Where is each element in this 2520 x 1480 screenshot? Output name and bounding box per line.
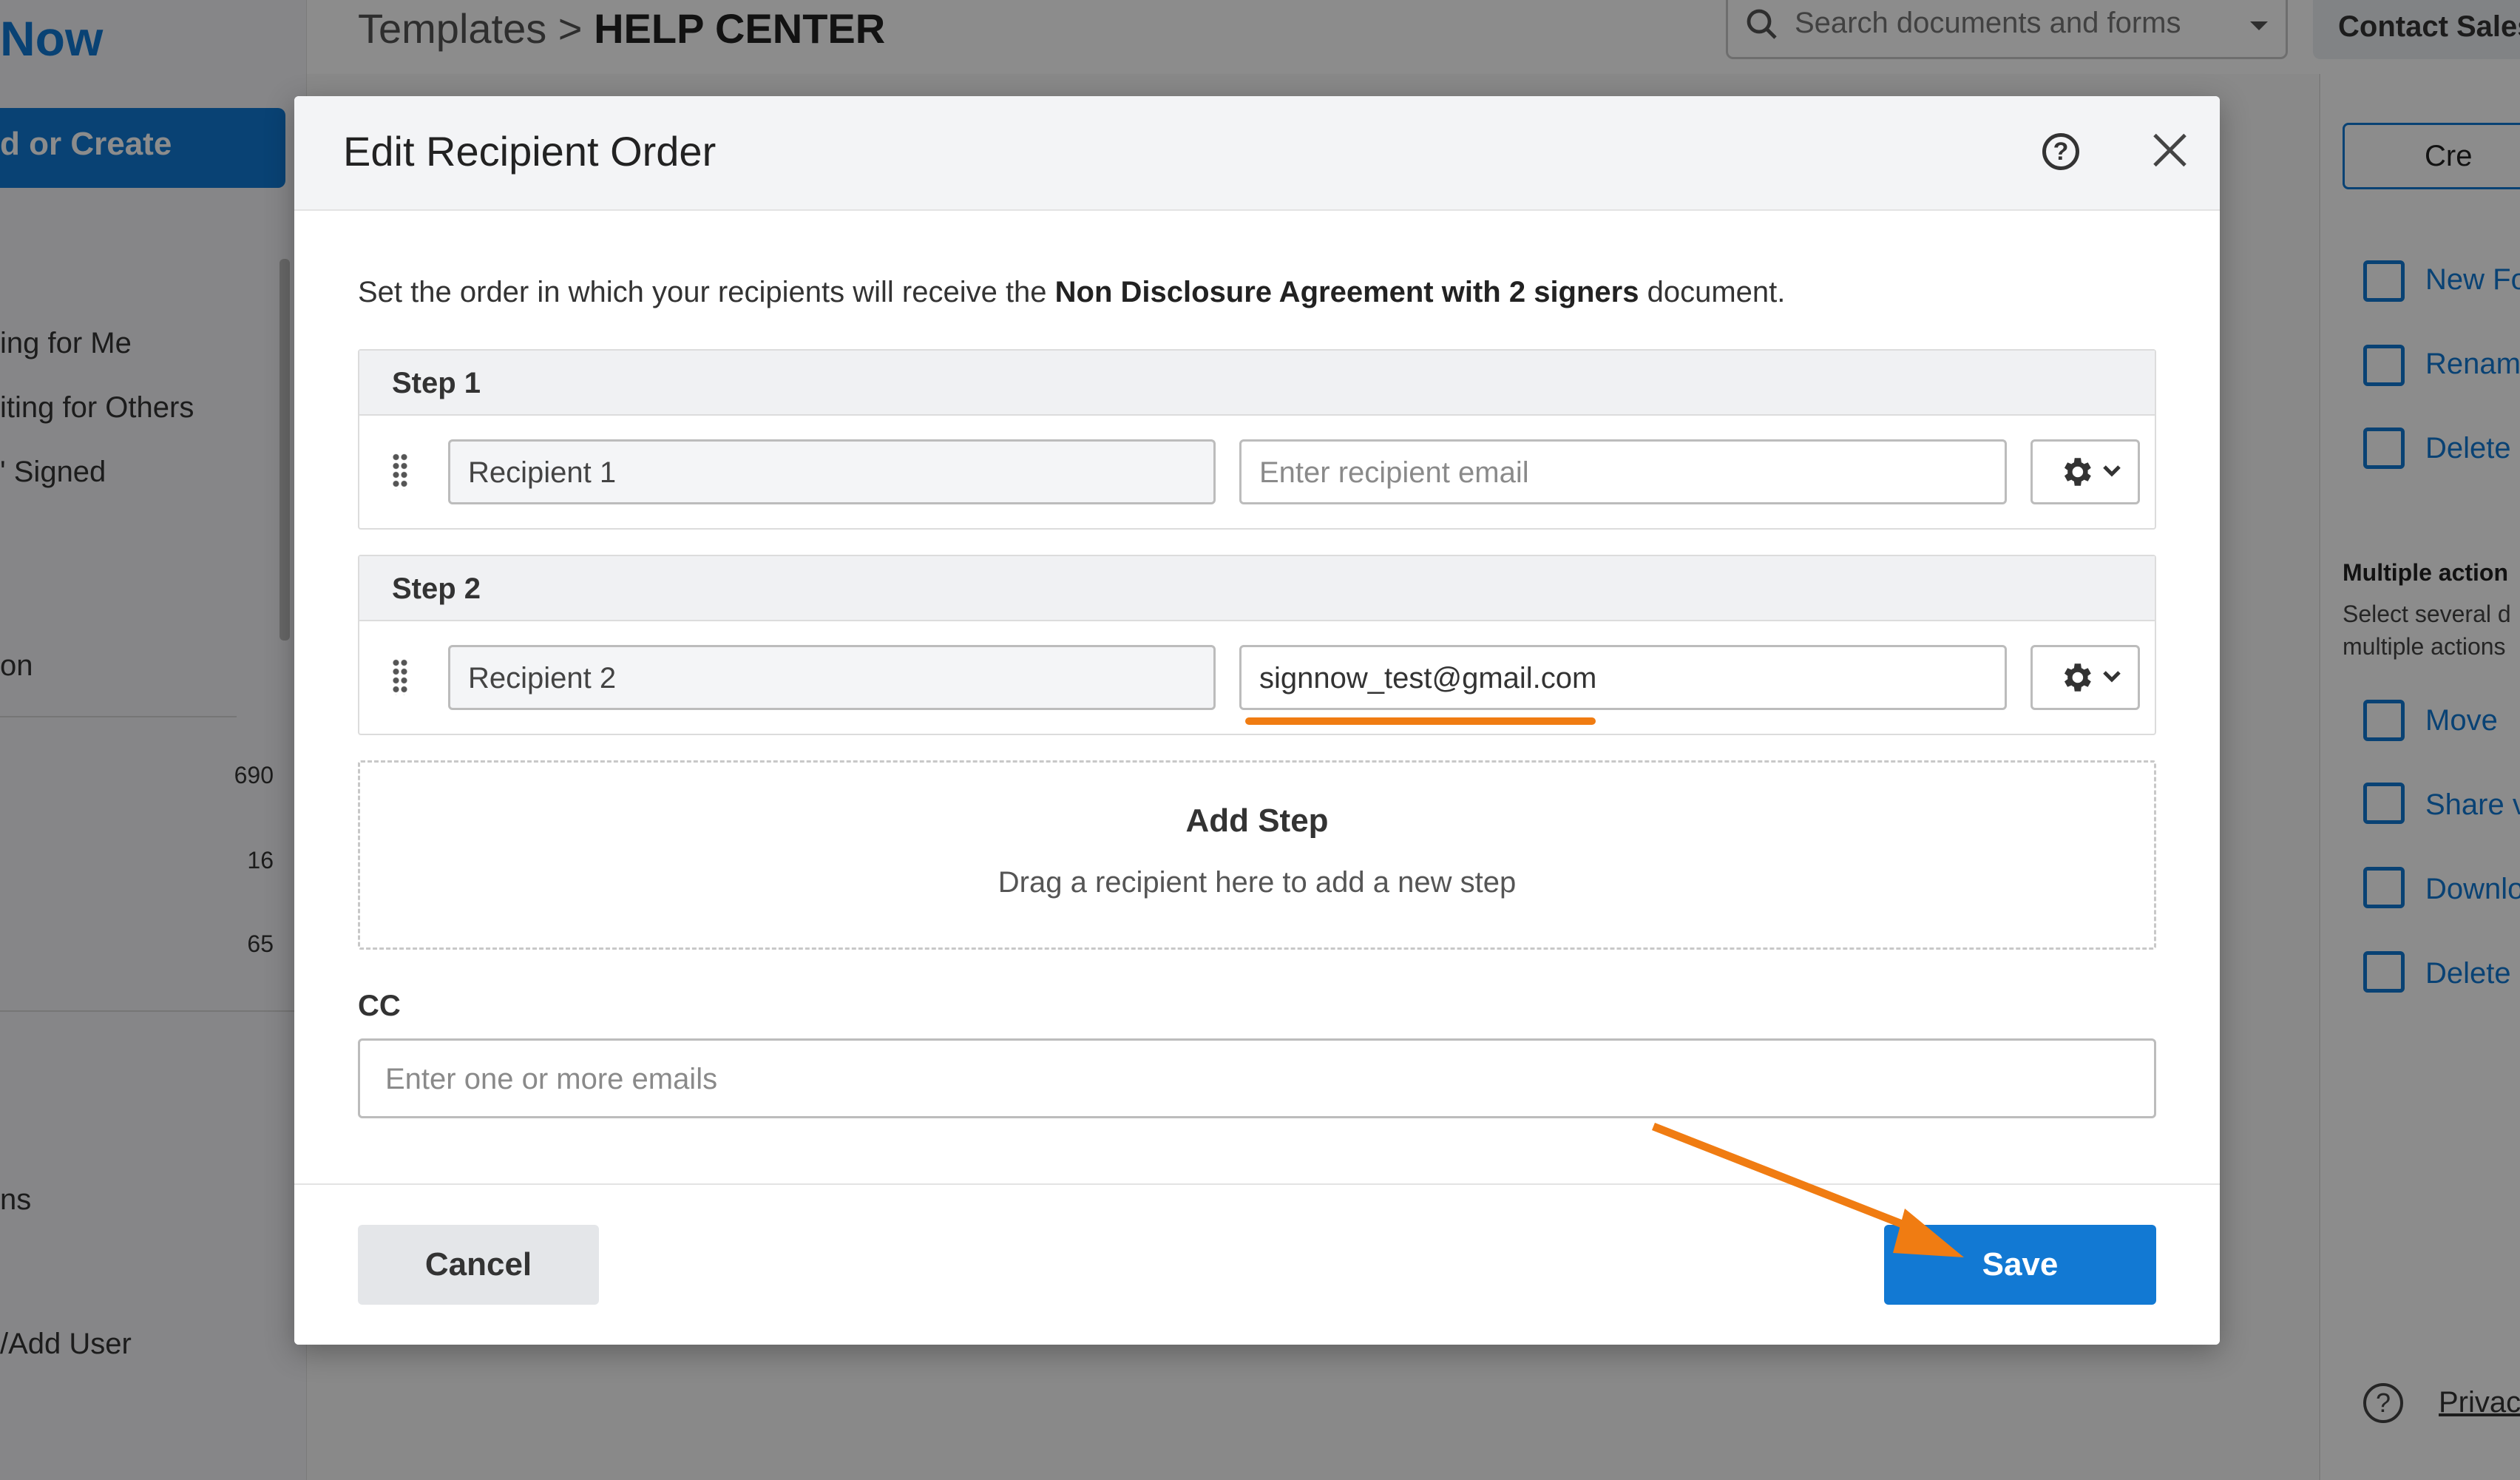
add-step-title: Add Step <box>1185 802 1329 839</box>
drag-handle-icon[interactable] <box>392 658 408 695</box>
drag-handle-icon[interactable] <box>392 453 408 490</box>
recipient-settings-button[interactable] <box>2030 439 2140 504</box>
recipient-email-input[interactable]: signnow_test@gmail.com <box>1239 645 2007 710</box>
gear-icon <box>2064 663 2091 692</box>
add-step-hint: Drag a recipient here to add a new step <box>998 866 1517 899</box>
email-highlight-underline <box>1245 717 1596 725</box>
step-label: Step 1 <box>359 351 2155 416</box>
recipient-name-field[interactable]: Recipient 2 <box>448 645 1216 710</box>
help-icon[interactable]: ? <box>2042 133 2079 170</box>
recipient-name-field[interactable]: Recipient 1 <box>448 439 1216 504</box>
dialog-header: Edit Recipient Order ? <box>294 96 2220 211</box>
cancel-button[interactable]: Cancel <box>358 1225 599 1305</box>
gear-icon <box>2064 458 2091 486</box>
cc-email-input[interactable]: Enter one or more emails <box>358 1038 2156 1118</box>
recipient-row: Recipient 1 Enter recipient email <box>359 416 2155 528</box>
step-label: Step 2 <box>359 556 2155 621</box>
document-name: Non Disclosure Agreement with 2 signers <box>1054 276 1639 308</box>
dialog-title: Edit Recipient Order <box>343 128 717 175</box>
step-2-card: Step 2 Recipient 2 signnow_test@gmail.co… <box>358 555 2156 735</box>
close-icon[interactable] <box>2144 124 2196 176</box>
chevron-down-icon <box>2103 671 2121 683</box>
recipient-email-input[interactable]: Enter recipient email <box>1239 439 2007 504</box>
intro-text: Set the order in which your recipients w… <box>358 276 1055 308</box>
recipient-settings-button[interactable] <box>2030 645 2140 710</box>
save-button[interactable]: Save <box>1884 1225 2156 1305</box>
chevron-down-icon <box>2103 465 2121 477</box>
step-1-card: Step 1 Recipient 1 Enter recipient email <box>358 349 2156 530</box>
dialog-footer: Cancel Save <box>294 1183 2220 1345</box>
add-step-dropzone[interactable]: Add Step Drag a recipient here to add a … <box>358 760 2156 950</box>
dialog-intro: Set the order in which your recipients w… <box>358 276 1785 309</box>
intro-suffix: document. <box>1639 276 1786 308</box>
cc-label: CC <box>358 990 401 1022</box>
